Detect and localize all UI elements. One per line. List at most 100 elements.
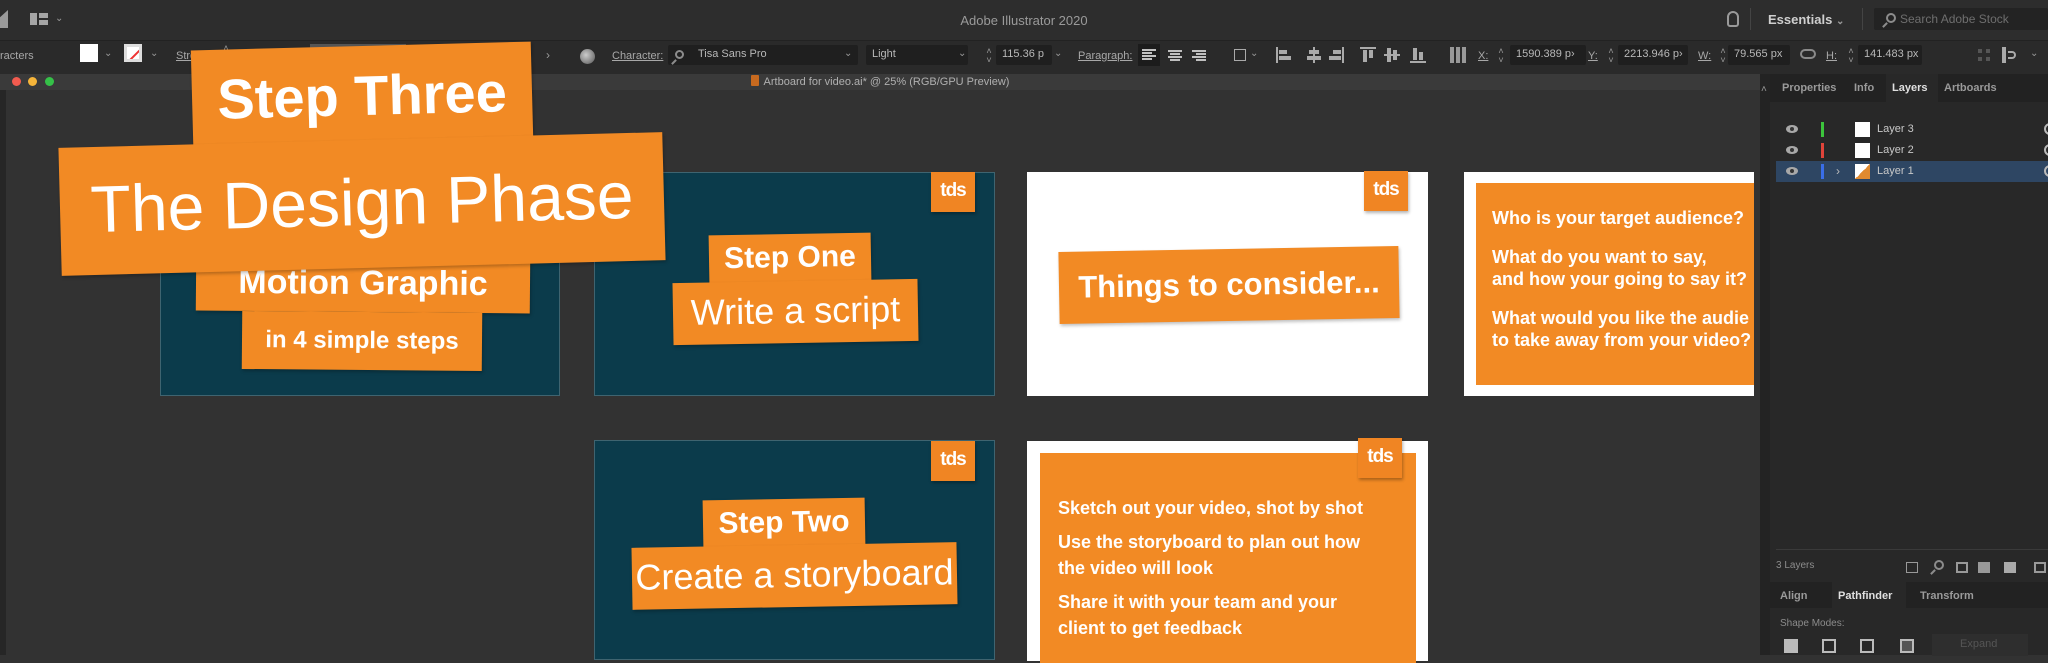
zoom-window-button[interactable] — [45, 77, 54, 86]
font-family-value: Tisa Sans Pro — [698, 48, 767, 60]
new-sublayer-icon[interactable] — [1978, 562, 1990, 573]
design-phase-title: The Design Phase — [58, 132, 666, 276]
question-message-line2: and how your going to say it? — [1492, 269, 1747, 289]
font-family-field[interactable]: Tisa Sans Pro — [668, 45, 858, 65]
w-field[interactable]: 79.565 px — [1728, 45, 1790, 65]
storyboard-point-1: Sketch out your video, shot by shot — [1058, 498, 1364, 518]
y-stepper-icon[interactable]: ˄ ˅ — [1606, 47, 1616, 65]
panel-collapse-strip[interactable]: ˄ — [1760, 74, 1770, 655]
y-field[interactable]: 2213.946 p› — [1618, 45, 1688, 65]
chevron-up-icon[interactable]: ˄ — [1761, 84, 1767, 95]
align-horizontal-center-icon[interactable] — [1306, 47, 1322, 63]
expand-button[interactable]: Expand — [1932, 634, 2028, 656]
tab-layers[interactable]: Layers — [1892, 82, 1927, 94]
x-stepper-icon[interactable]: ˄ ˅ — [1496, 47, 1506, 65]
align-right-icon[interactable] — [1192, 50, 1206, 62]
clipping-mask-icon[interactable] — [1956, 562, 1968, 573]
tab-properties[interactable]: Properties — [1782, 82, 1836, 94]
align-left-icon — [1142, 49, 1156, 61]
h-stepper-icon[interactable]: ˄ ˅ — [1846, 47, 1856, 65]
stroke-swatch[interactable] — [124, 44, 142, 62]
reference-point-icon[interactable] — [1450, 47, 1466, 63]
artboard-things-to-consider[interactable]: tds Things to consider... — [1027, 171, 1428, 396]
eye-icon[interactable] — [1786, 167, 1798, 175]
tab-info[interactable]: Info — [1854, 82, 1874, 94]
artboard-questions[interactable]: Who is your target audience? What do you… — [1464, 172, 1754, 396]
tds-logo: tds — [931, 441, 975, 481]
align-center-icon[interactable] — [1168, 50, 1182, 62]
layer-row[interactable]: Layer 3 — [1776, 119, 2048, 140]
font-size-stepper-icon[interactable]: ˄ ˅ — [984, 47, 994, 65]
intersect-icon[interactable] — [1860, 639, 1874, 653]
align-vertical-top-icon[interactable] — [1360, 47, 1376, 63]
divider — [1862, 8, 1863, 30]
target-circle-icon[interactable] — [2044, 144, 2048, 156]
chevron-down-icon[interactable]: ⌄ — [104, 48, 112, 59]
layer-row[interactable]: Layer 2 — [1776, 140, 2048, 161]
font-style-field[interactable]: Light — [866, 45, 968, 65]
eye-icon[interactable] — [1786, 125, 1798, 133]
artboard-storyboard[interactable]: Sketch out your video, shot by shot Use … — [1027, 438, 1428, 663]
target-circle-icon[interactable] — [2044, 165, 2048, 177]
unite-icon[interactable] — [1784, 639, 1798, 653]
layer-name[interactable]: Layer 2 — [1877, 144, 1914, 156]
eye-icon[interactable] — [1786, 146, 1798, 154]
shape-tool-icon[interactable] — [1232, 47, 1248, 63]
close-window-button[interactable] — [12, 77, 21, 86]
chevron-down-icon[interactable]: ⌄ — [2030, 48, 2038, 59]
chevron-right-icon[interactable]: › — [546, 48, 550, 62]
minimize-window-button[interactable] — [28, 77, 37, 86]
delete-layer-icon[interactable] — [2034, 562, 2046, 573]
tds-logo: tds — [931, 172, 975, 212]
paragraph-label[interactable]: Paragraph: — [1078, 50, 1132, 62]
questions-panel: Who is your target audience? What do you… — [1476, 183, 1754, 385]
locate-object-icon[interactable] — [1934, 560, 1944, 570]
minus-front-icon[interactable] — [1822, 639, 1836, 653]
tab-align[interactable]: Align — [1780, 590, 1808, 602]
distribute-icon[interactable] — [2002, 47, 2018, 63]
tab-pathfinder[interactable]: Pathfinder — [1838, 590, 1892, 602]
font-size-field[interactable]: 115.36 p — [996, 45, 1052, 65]
chevron-down-icon[interactable]: ⌄ — [1250, 48, 1258, 59]
fill-swatch[interactable] — [80, 44, 98, 62]
layer-row[interactable]: › Layer 1 — [1776, 161, 2048, 182]
chevron-down-icon[interactable]: ⌄ — [844, 48, 852, 59]
chevron-down-icon[interactable]: ⌄ — [958, 48, 966, 59]
align-vertical-bottom-icon[interactable] — [1410, 47, 1426, 63]
tds-logo: tds — [1364, 171, 1408, 211]
layer-name[interactable]: Layer 1 — [1877, 165, 1914, 177]
align-horizontal-right-icon[interactable] — [1328, 47, 1344, 63]
chevron-down-icon[interactable]: ⌄ — [150, 48, 158, 59]
layer-name[interactable]: Layer 3 — [1877, 123, 1914, 135]
new-layer-icon[interactable] — [2004, 562, 2016, 573]
stock-search-input[interactable]: Search Adobe Stock — [1874, 8, 2048, 30]
layer-thumbnail — [1855, 164, 1870, 179]
target-circle-icon[interactable] — [2044, 123, 2048, 135]
character-label[interactable]: Character: — [612, 50, 663, 62]
transform-grid-icon[interactable] — [1976, 47, 1992, 63]
x-field[interactable]: 1590.389 p› — [1510, 45, 1586, 65]
align-horizontal-left-icon[interactable] — [1276, 47, 1292, 63]
h-field[interactable]: 141.483 px — [1858, 45, 1922, 65]
align-left-button[interactable] — [1138, 44, 1160, 66]
chevron-down-icon[interactable]: ⌄ — [1054, 48, 1062, 59]
tab-transform[interactable]: Transform — [1920, 590, 1974, 602]
question-message-line1: What do you want to say, — [1492, 247, 1707, 267]
exclude-icon[interactable] — [1900, 639, 1914, 653]
search-icon — [1886, 13, 1896, 23]
artboard-step-two[interactable]: tds Step Two Create a storyboard — [594, 440, 995, 660]
expand-chevron-icon[interactable]: › — [1836, 164, 1840, 178]
step-two-title: Step Two — [702, 497, 866, 549]
align-vertical-center-icon[interactable] — [1384, 47, 1400, 63]
w-stepper-icon[interactable]: ˄ ˅ — [1718, 47, 1728, 65]
storyboard-point-2-line1: Use the storyboard to plan out how — [1058, 532, 1361, 552]
font-style-value: Light — [872, 48, 896, 60]
tab-artboards[interactable]: Artboards — [1944, 82, 1997, 94]
recolor-globe-icon[interactable] — [580, 49, 595, 64]
document-title: Artboard for video.ai* @ 25% (RGB/GPU Pr… — [763, 76, 1010, 88]
constrain-proportions-icon[interactable] — [1800, 49, 1816, 59]
export-icon[interactable] — [1906, 562, 1918, 573]
tools-panel-edge — [0, 90, 6, 655]
lightbulb-icon[interactable] — [1727, 11, 1739, 27]
workspace-dropdown[interactable]: Essentials ⌄ — [1768, 12, 1844, 27]
